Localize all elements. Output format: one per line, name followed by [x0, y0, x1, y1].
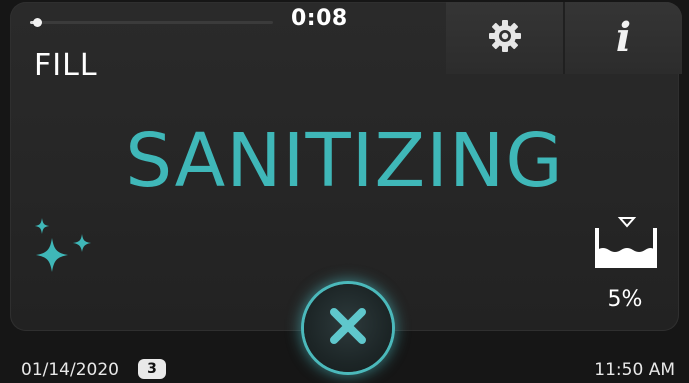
cycle-status-title: SANITIZING	[125, 118, 564, 204]
water-level-percent: 5%	[607, 287, 643, 312]
clock-display: 11:50 AM	[594, 360, 675, 380]
status-badge: 3	[138, 359, 166, 379]
cycle-phase-label: FILL	[34, 48, 98, 83]
basin-fill-icon	[594, 214, 658, 270]
settings-button[interactable]	[446, 2, 563, 74]
info-button[interactable]: i	[563, 2, 682, 74]
date-display: 01/14/2020	[21, 360, 119, 380]
sparkle-icon	[30, 212, 96, 284]
cycle-timer: 0:08	[291, 6, 348, 31]
appliance-screen: 0:08 FILL i SANITIZING 5% 01/14/2020 3 1…	[0, 0, 689, 383]
top-button-group: i	[446, 2, 682, 74]
cycle-progress-bar	[30, 18, 273, 27]
cancel-button[interactable]	[304, 284, 392, 372]
info-icon: i	[615, 14, 632, 61]
close-icon	[325, 303, 371, 353]
gear-icon	[487, 18, 523, 58]
